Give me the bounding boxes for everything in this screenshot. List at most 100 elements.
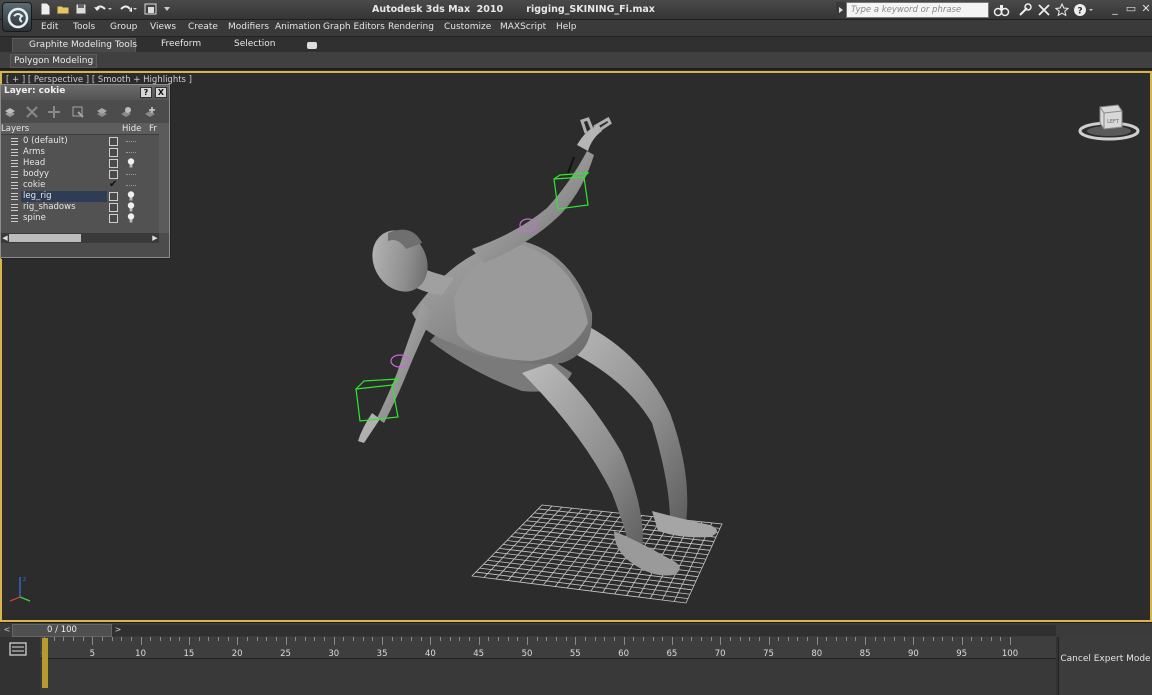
lightbulb-visible-icon[interactable]	[127, 213, 135, 223]
menu-graph-editors[interactable]: Graph Editors	[323, 22, 385, 32]
column-header-layers[interactable]: Layers	[1, 124, 107, 135]
undo-icon[interactable]	[93, 2, 113, 16]
menu-customize[interactable]: Customize	[444, 22, 491, 32]
layer-row[interactable]: 0 (default)	[1, 136, 159, 147]
viewcube-icon[interactable]: LEFT	[1078, 101, 1140, 143]
lightbulb-visible-icon[interactable]	[127, 191, 135, 201]
ribbon-minimize-icon[interactable]	[307, 42, 317, 49]
layer-name[interactable]: 0 (default)	[21, 136, 107, 147]
trackbar-ruler[interactable]: 0510152025303540455055606570758085909510…	[40, 637, 1056, 659]
trackbar-tick-label: 100	[1001, 649, 1019, 659]
open-file-icon[interactable]	[56, 2, 70, 16]
tab-freeform[interactable]: Freeform	[155, 38, 207, 53]
layer-name[interactable]: rig_shadows	[21, 202, 107, 213]
layer-name[interactable]: leg_rig	[21, 191, 107, 202]
layer-row[interactable]: cokie ✔	[1, 179, 159, 191]
hide-all-layers-icon[interactable]	[119, 105, 133, 119]
scroll-left-arrow-icon[interactable]: ◀	[1, 234, 9, 242]
minimize-window-button[interactable]: _	[1108, 2, 1122, 16]
trackbar-current-frame-marker[interactable]	[42, 638, 48, 688]
layer-list-scroll-thumb[interactable]	[9, 234, 81, 242]
set-current-layer-checkbox[interactable]	[109, 148, 118, 157]
layer-list-horizontal-scrollbar[interactable]: ◀ ▶	[1, 233, 159, 243]
search-expand-arrow[interactable]	[836, 2, 846, 18]
set-current-layer-checkbox[interactable]	[109, 159, 118, 168]
hide-toggle-dash-icon[interactable]	[126, 152, 136, 154]
layer-row[interactable]: rig_shadows	[1, 202, 159, 213]
layer-manager-dialog[interactable]: Layer: cokie ? X Layers Hide Fr 0 (defau…	[0, 84, 170, 258]
layer-row[interactable]: bodyy	[1, 169, 159, 180]
redo-icon[interactable]	[118, 2, 138, 16]
tab-selection[interactable]: Selection	[228, 38, 281, 53]
communication-center-icon[interactable]	[1037, 3, 1051, 17]
set-current-layer-checkbox[interactable]	[109, 170, 118, 179]
layer-row[interactable]: spine	[1, 213, 159, 224]
tab-graphite-modeling-tools[interactable]: Graphite Modeling Tools	[12, 38, 137, 53]
layer-name[interactable]: Head	[21, 158, 107, 169]
column-header-hide[interactable]: Hide	[122, 124, 144, 135]
menu-animation[interactable]: Animation	[275, 22, 321, 32]
highlight-selected-layer-icon[interactable]	[95, 105, 109, 119]
create-layer-icon[interactable]	[3, 105, 17, 119]
menu-rendering[interactable]: Rendering	[388, 22, 434, 32]
menu-modifiers[interactable]: Modifiers	[228, 22, 269, 32]
restore-window-button[interactable]: ▭	[1124, 2, 1138, 16]
delete-layer-icon[interactable]	[25, 105, 39, 119]
set-current-layer-checkbox[interactable]	[109, 137, 118, 146]
lightbulb-visible-icon[interactable]	[127, 202, 135, 212]
close-window-button[interactable]: ✕	[1139, 2, 1152, 16]
freeze-all-layers-icon[interactable]	[143, 105, 157, 119]
perspective-viewport[interactable]: [ + ] [ Perspective ] [ Smooth + Highlig…	[0, 71, 1152, 622]
menu-create[interactable]: Create	[188, 22, 218, 32]
cancel-expert-mode-button[interactable]: Cancel Expert Mode	[1058, 637, 1152, 695]
menu-maxscript[interactable]: MAXScript	[500, 22, 546, 32]
help-icon[interactable]: ?	[1073, 3, 1095, 17]
new-file-icon[interactable]	[38, 2, 52, 16]
hide-toggle-dash-icon[interactable]	[126, 185, 136, 187]
hide-toggle-dash-icon[interactable]	[126, 174, 136, 176]
select-objects-in-layer-icon[interactable]	[71, 105, 85, 119]
add-to-layer-icon[interactable]	[47, 105, 61, 119]
time-slider-next-button[interactable]: >	[113, 625, 123, 636]
trackbar-key-area[interactable]	[40, 659, 1056, 695]
favorites-star-icon[interactable]	[1054, 2, 1070, 17]
layer-name[interactable]: Arms	[21, 147, 107, 158]
layer-list-vertical-scrollbar[interactable]	[159, 123, 169, 233]
layer-name[interactable]: spine	[21, 213, 107, 224]
hide-toggle-dash-icon[interactable]	[126, 141, 136, 143]
set-current-layer-checkbox[interactable]	[109, 203, 118, 212]
app-menu-button[interactable]	[2, 2, 32, 32]
menu-help[interactable]: Help	[556, 22, 577, 32]
scene-canvas[interactable]	[2, 73, 1150, 620]
layer-row[interactable]: Head	[1, 158, 159, 169]
menu-tools[interactable]: Tools	[73, 22, 95, 32]
time-slider-prev-button[interactable]: <	[2, 625, 12, 636]
layer-row[interactable]: Arms	[1, 147, 159, 158]
project-folder-icon[interactable]	[144, 2, 170, 16]
subscription-tools-icon[interactable]	[1018, 3, 1032, 17]
layer-dialog-help-button[interactable]: ?	[140, 87, 152, 98]
binoculars-icon[interactable]	[993, 3, 1011, 17]
save-file-icon[interactable]	[74, 2, 88, 16]
current-layer-check-icon[interactable]: ✔	[109, 179, 119, 190]
menu-group[interactable]: Group	[110, 22, 137, 32]
menu-views[interactable]: Views	[150, 22, 176, 32]
trackbar-tick	[536, 637, 538, 641]
search-input[interactable]: Type a keyword or phrase	[846, 2, 989, 18]
column-header-freeze[interactable]: Fr	[149, 124, 159, 135]
layer-dialog-close-button[interactable]: X	[155, 87, 167, 98]
time-slider-thumb[interactable]: 0 / 100	[12, 624, 112, 637]
layer-name[interactable]: cokie	[21, 180, 107, 191]
open-mini-curve-editor-icon[interactable]	[8, 641, 28, 657]
layer-row[interactable]: leg_rig	[1, 191, 159, 202]
layer-name[interactable]: bodyy	[21, 169, 107, 180]
trackbar-tick-label: 50	[521, 649, 533, 659]
polygon-modeling-panel-button[interactable]: Polygon Modeling	[10, 54, 98, 68]
menu-edit[interactable]: Edit	[41, 22, 58, 32]
set-current-layer-checkbox[interactable]	[109, 192, 118, 201]
time-slider-track[interactable]	[12, 625, 1056, 636]
set-current-layer-checkbox[interactable]	[109, 214, 118, 223]
layer-sheet-icon	[11, 160, 18, 167]
lightbulb-visible-icon[interactable]	[127, 158, 135, 168]
scroll-right-arrow-icon[interactable]: ▶	[151, 234, 159, 242]
